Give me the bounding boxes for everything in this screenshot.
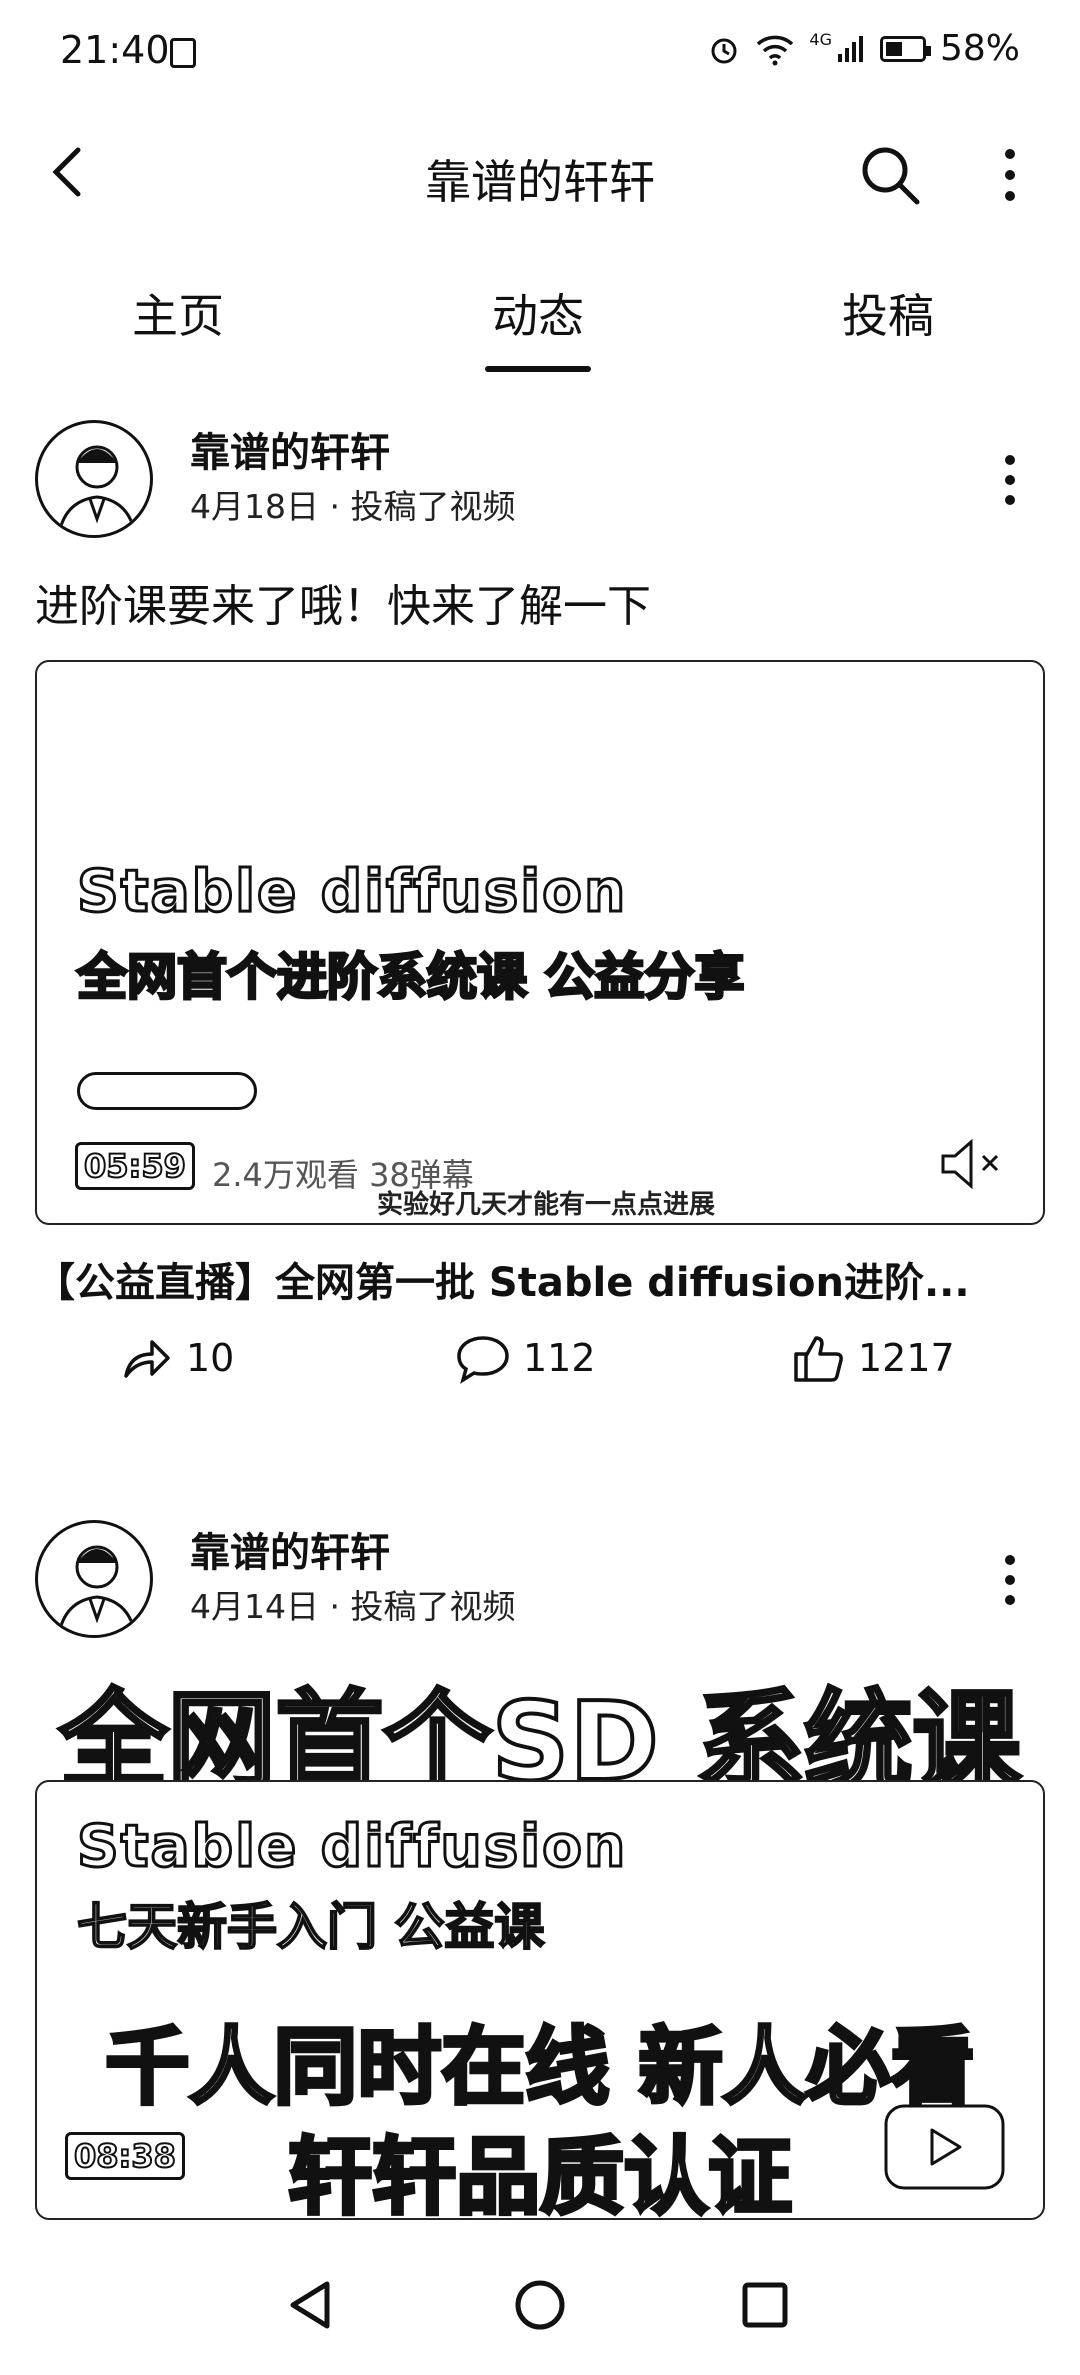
like-button[interactable]: 1217 (790, 1330, 955, 1386)
post-meta: 4月18日 · 投稿了视频 (190, 487, 516, 526)
feed-post: 靠谱的轩轩 4月14日 · 投稿了视频 全网首个SD 系统课 Stable di… (0, 1510, 1080, 2240)
thumbs-up-icon (794, 1336, 843, 1382)
thumbnail-banner-mid: 千人同时在线 新人必看 (103, 2016, 976, 2118)
active-tab-indicator (485, 366, 591, 372)
nav-back-icon[interactable] (275, 2270, 345, 2340)
post-meta: 4月14日 · 投稿了视频 (190, 1587, 516, 1626)
tab-uploads[interactable]: 投稿 (788, 280, 988, 346)
share-count: 10 (186, 1336, 235, 1380)
battery-icon (879, 35, 931, 62)
signal-icon (837, 35, 863, 62)
avatar-portrait-icon (57, 1545, 137, 1635)
sim-icon (170, 38, 196, 68)
status-icons: 4G 58% (707, 28, 1020, 69)
post-actions: 10 112 1217 (0, 1330, 1080, 1410)
author-name[interactable]: 靠谱的轩轩 (190, 420, 390, 478)
app-bar: 靠谱的轩轩 (0, 120, 1080, 230)
thumbnail-title-cn: 全网首个进阶系统课 公益分享 (75, 947, 745, 1008)
tab-home[interactable]: 主页 (78, 280, 278, 346)
tab-bar: 主页 动态 投稿 (0, 260, 1080, 380)
wifi-icon (757, 35, 794, 65)
video-title[interactable]: 【公益直播】全网第一批 Stable diffusion进阶... (35, 1250, 970, 1308)
post-text: 进阶课要来了哦！快来了解一下 (35, 581, 651, 632)
system-nav-bar (0, 2240, 1080, 2375)
mute-icon[interactable] (937, 1134, 1007, 1194)
battery-level: 58% (939, 28, 1020, 69)
thumbnail-title-en: Stable diffusion (75, 1811, 628, 1882)
thumbnail-title-en: Stable diffusion (75, 856, 628, 927)
feed-post: 靠谱的轩轩 4月18日 · 投稿了视频 进阶课要来了哦！快来了解一下 Stabl… (0, 410, 1080, 1410)
video-duration: 05:59 (75, 1142, 195, 1190)
network-type: 4G (809, 30, 832, 49)
video-thumbnail[interactable]: Stable diffusion 全网首个进阶系统课 公益分享 05:59 2.… (35, 660, 1045, 1225)
thumbnail-title-cn: 七天新手入门 公益课 (76, 1897, 545, 1957)
more-options-icon[interactable] (990, 140, 1030, 210)
nav-home-icon[interactable] (505, 2270, 575, 2340)
avatar[interactable] (35, 1520, 153, 1638)
video-caption: 实验好几天才能有一点点进展 (377, 1190, 716, 1220)
status-time: 21:40 (60, 28, 170, 72)
share-button[interactable]: 10 (118, 1330, 234, 1386)
post-more-icon[interactable] (995, 1550, 1025, 1610)
comment-count: 112 (523, 1336, 596, 1380)
avatar-portrait-icon (57, 445, 137, 535)
search-icon[interactable] (855, 140, 925, 210)
post-more-icon[interactable] (995, 450, 1025, 510)
author-name[interactable]: 靠谱的轩轩 (190, 1520, 390, 1578)
avatar[interactable] (35, 420, 153, 538)
thumbnail-banner-bottom: 轩轩品质认证 (286, 2126, 794, 2228)
nav-recents-icon[interactable] (730, 2270, 800, 2340)
like-count: 1217 (858, 1336, 955, 1380)
share-icon (124, 1340, 170, 1378)
alarm-icon (711, 38, 737, 63)
comment-button[interactable]: 112 (455, 1330, 596, 1386)
comment-icon (457, 1336, 509, 1384)
tab-dynamics[interactable]: 动态 (438, 280, 638, 346)
status-bar: 21:40 4G 58% (0, 0, 1080, 110)
thumbnail-tag (77, 1072, 257, 1110)
